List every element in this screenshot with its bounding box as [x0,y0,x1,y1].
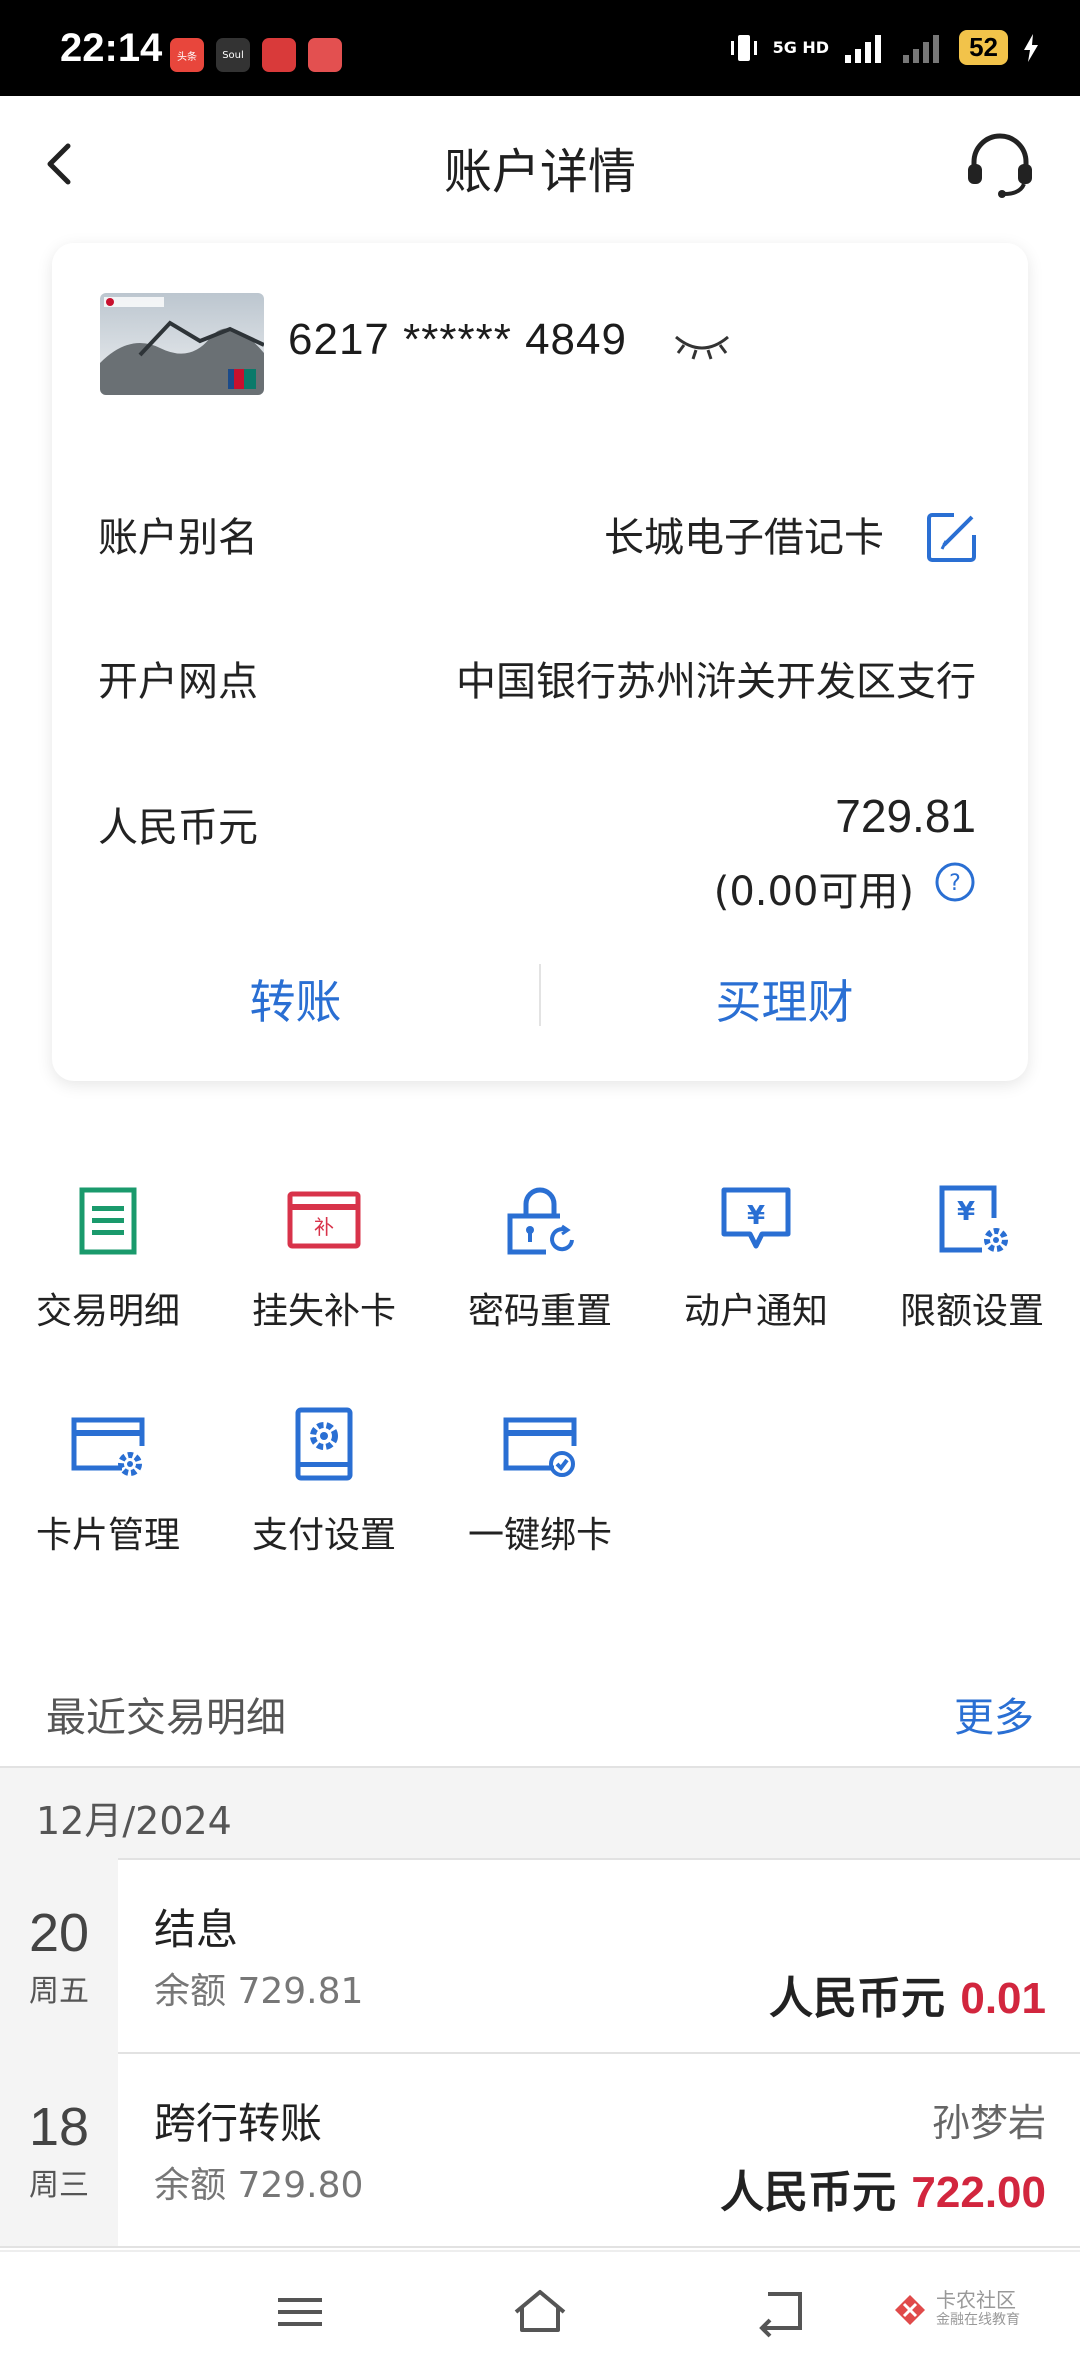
transaction-currency: 人民币元 [720,2167,897,2218]
limit-setting-button[interactable]: ¥ 限额设置 [864,1180,1080,1334]
account-notice-button[interactable]: ¥ 动户通知 [648,1180,864,1334]
account-info: 6217 ****** 4849 账户别名 长城电子借记卡 开户网点 中国银行苏… [52,243,1028,926]
report-loss-card-icon: 补 [287,1191,361,1249]
transaction-amount-value: 722.00 [911,2168,1046,2217]
password-reset-button[interactable]: 密码重置 [432,1180,648,1334]
transaction-currency: 人民币元 [769,1973,946,2024]
signal-icon [845,34,882,63]
function-label: 动户通知 [683,1291,828,1332]
edit-icon[interactable] [924,509,980,565]
network-label: 5G HD [772,37,830,57]
transaction-date: 18 周三 [0,2052,118,2246]
transaction-amount-value: 0.01 [960,1974,1046,2023]
help-icon[interactable]: ? [934,861,976,903]
transaction-amount: 人民币元 722.00 [720,2156,1046,2220]
signal-2-icon [903,34,940,63]
system-nav-bar: 卡农社区 金融在线教育 [0,2250,1080,2378]
app3-icon [262,38,296,72]
transaction-amount: 人民币元 0.01 [769,1962,1046,2026]
svg-text:?: ? [949,871,961,896]
svg-text:¥: ¥ [747,1201,765,1231]
payment-setting-icon [295,1407,353,1481]
function-label: 密码重置 [467,1291,612,1332]
transaction-list-icon [79,1187,137,1255]
transaction-date: 20 周五 [0,1858,118,2052]
bank-card-image [100,293,264,395]
header: 账户详情 [0,96,1080,236]
app4-icon [308,38,342,72]
card-number: 6217 ****** 4849 [288,315,627,364]
payment-setting-button[interactable]: 支付设置 [216,1404,432,1558]
menu-icon[interactable] [270,2282,330,2342]
transaction-row[interactable]: 18 周三 跨行转账 余额 729.80 孙梦岩 人民币元 722.00 [0,2052,1080,2248]
more-link[interactable]: 更多 [954,1685,1034,1743]
transaction-counterparty: 孙梦岩 [931,2101,1046,2145]
transaction-balance: 余额 729.81 [154,1971,364,2012]
vibrate-icon [730,34,757,61]
account-notice-icon: ¥ [721,1187,791,1249]
transaction-day: 18 [28,2097,90,2157]
card-manage-button[interactable]: 卡片管理 [0,1404,216,1558]
transaction-day: 20 [28,1903,90,1963]
page-title: 账户详情 [443,144,636,200]
kanong-logo-icon [895,2295,925,2325]
balance-amount: 729.81 [835,790,976,842]
branch-value: 中国银行苏州浒关开发区支行 [456,659,976,705]
svg-text:补: 补 [314,1215,334,1239]
function-label: 一键绑卡 [467,1515,612,1556]
bind-card-icon [503,1417,577,1477]
transaction-weekday: 周三 [29,2168,89,2203]
function-label: 交易明细 [35,1291,180,1332]
account-card: 6217 ****** 4849 账户别名 长城电子借记卡 开户网点 中国银行苏… [52,243,1028,1081]
svg-text:¥: ¥ [957,1197,975,1227]
account-actions: 转账 买理财 [52,926,1028,1081]
transaction-name: 跨行转账 [154,2099,323,2148]
transaction-row[interactable]: 20 周五 结息 余额 729.81 人民币元 0.01 [0,1858,1080,2054]
status-bar: 22:14 头条 Soul 5G HD 52 [0,0,1080,96]
status-indicators: 5G HD 52 [729,30,1040,65]
bind-card-button[interactable]: 一键绑卡 [432,1404,648,1558]
limit-setting-icon: ¥ [939,1185,1008,1253]
status-app-icons: 头条 Soul [170,38,342,72]
function-label: 支付设置 [251,1515,396,1556]
transaction-detail-button[interactable]: 交易明细 [0,1180,216,1334]
battery-level: 52 [959,30,1008,65]
transfer-button[interactable]: 转账 [52,966,539,1032]
eye-closed-icon[interactable] [670,321,734,365]
status-time: 22:14 [60,26,163,70]
alias-value: 长城电子借记卡 [604,515,884,561]
month-header: 12月/2024 [0,1766,1080,1860]
home-icon[interactable] [510,2282,570,2342]
alias-label: 账户别名 [98,515,258,561]
report-loss-button[interactable]: 补 挂失补卡 [216,1180,432,1334]
function-label: 限额设置 [899,1291,1044,1332]
charging-icon [1024,33,1038,62]
headset-icon[interactable] [960,126,1040,206]
watermark-subtitle: 金融在线教育 [936,2312,1020,2328]
back-nav-icon[interactable] [750,2282,810,2342]
buy-finance-button[interactable]: 买理财 [541,966,1028,1032]
watermark: 卡农社区 金融在线教育 [892,2290,1020,2330]
month-label: 12月/2024 [36,1799,232,1843]
password-reset-icon [507,1187,574,1255]
function-label: 卡片管理 [35,1515,180,1556]
card-manage-icon [71,1417,145,1476]
available-amount: (0.00可用) [713,869,914,915]
toutiao-app-icon: 头条 [170,38,204,72]
recent-transactions-title: 最近交易明细 [46,1695,286,1741]
function-label: 挂失补卡 [251,1291,396,1332]
soul-app-icon: Soul [216,38,250,72]
currency-label: 人民币元 [98,805,258,851]
transaction-weekday: 周五 [29,1974,89,2009]
watermark-title: 卡农社区 [936,2288,1016,2312]
branch-label: 开户网点 [98,659,258,705]
transaction-balance: 余额 729.80 [154,2165,364,2206]
transaction-name: 结息 [154,1905,239,1954]
